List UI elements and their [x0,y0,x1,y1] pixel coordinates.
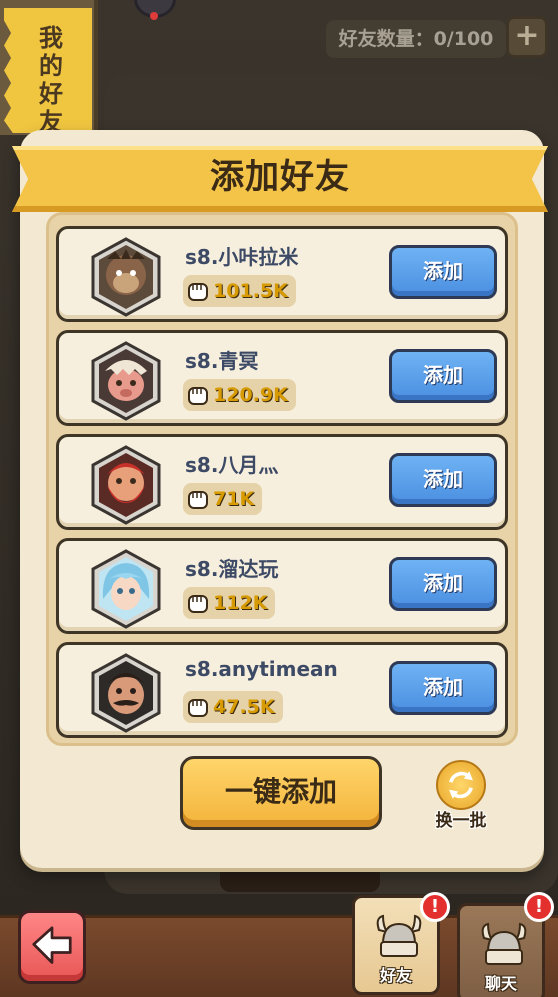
blue-hair-elf-avatar [89,549,163,629]
fist-icon [188,699,208,717]
viking-helmet-icon [376,914,422,957]
power-badge: 120.9K [183,379,296,411]
pig-skull-avatar [89,341,163,421]
candidate-name: s8.八月灬 [185,453,279,477]
add-friend-button[interactable]: 添加 [389,661,497,715]
mustache-man-avatar [89,653,163,733]
add-all-button[interactable]: 一键添加 [180,756,382,830]
refresh-icon [436,760,486,810]
refresh-label: 换一批 [435,811,487,831]
power-value: 101.5K [213,280,288,302]
candidate-row: s8.溜达玩 112K 添加 [56,538,508,634]
power-value: 71K [213,488,255,510]
dialog-title: 添加好友 [210,157,350,197]
power-badge: 112K [183,587,276,619]
tab-friends-label: 好友 [379,966,412,985]
candidate-name: s8.溜达玩 [185,557,279,581]
notification-dot [150,12,158,20]
power-badge: 71K [183,483,263,515]
candidate-name: s8.小咔拉米 [185,245,299,269]
tab-chat-label: 聊天 [484,974,517,993]
plus-icon: + [506,16,548,58]
candidate-row: s8.青冥 120.9K 添加 [56,330,508,426]
viking-helmet-icon [481,922,527,965]
power-value: 120.9K [213,384,288,406]
power-value: 47.5K [213,696,275,718]
alert-badge: ! [420,892,450,922]
candidate-row: s8.八月灬 71K 添加 [56,434,508,530]
refresh-button[interactable]: 换一批 [428,760,494,831]
friend-count: 好友数量：0/100 [326,20,506,58]
fist-icon [188,595,208,613]
add-friend-button[interactable]: 添加 [389,453,497,507]
back-arrow-icon [32,926,72,964]
candidate-row: s8.小咔拉米 101.5K 添加 [56,226,508,322]
back-button[interactable] [18,910,86,984]
power-value: 112K [213,592,268,614]
monkey-warrior-avatar [89,237,163,317]
candidate-name: s8.anytimean [185,657,338,681]
power-badge: 47.5K [183,691,283,723]
fist-icon [188,491,208,509]
red-bearded-warrior-avatar [89,445,163,525]
add-friend-button[interactable]: 添加 [389,557,497,611]
add-friend-button[interactable]: 添加 [389,349,497,403]
side-tab-label: 我的好友 [39,24,63,136]
fist-icon [188,283,208,301]
alert-badge: ! [524,892,554,922]
power-badge: 101.5K [183,275,296,307]
candidate-row: s8.anytimean 47.5K 添加 [56,642,508,738]
candidate-name: s8.青冥 [185,349,259,373]
add-friend-button[interactable]: 添加 [389,245,497,299]
fist-icon [188,387,208,405]
